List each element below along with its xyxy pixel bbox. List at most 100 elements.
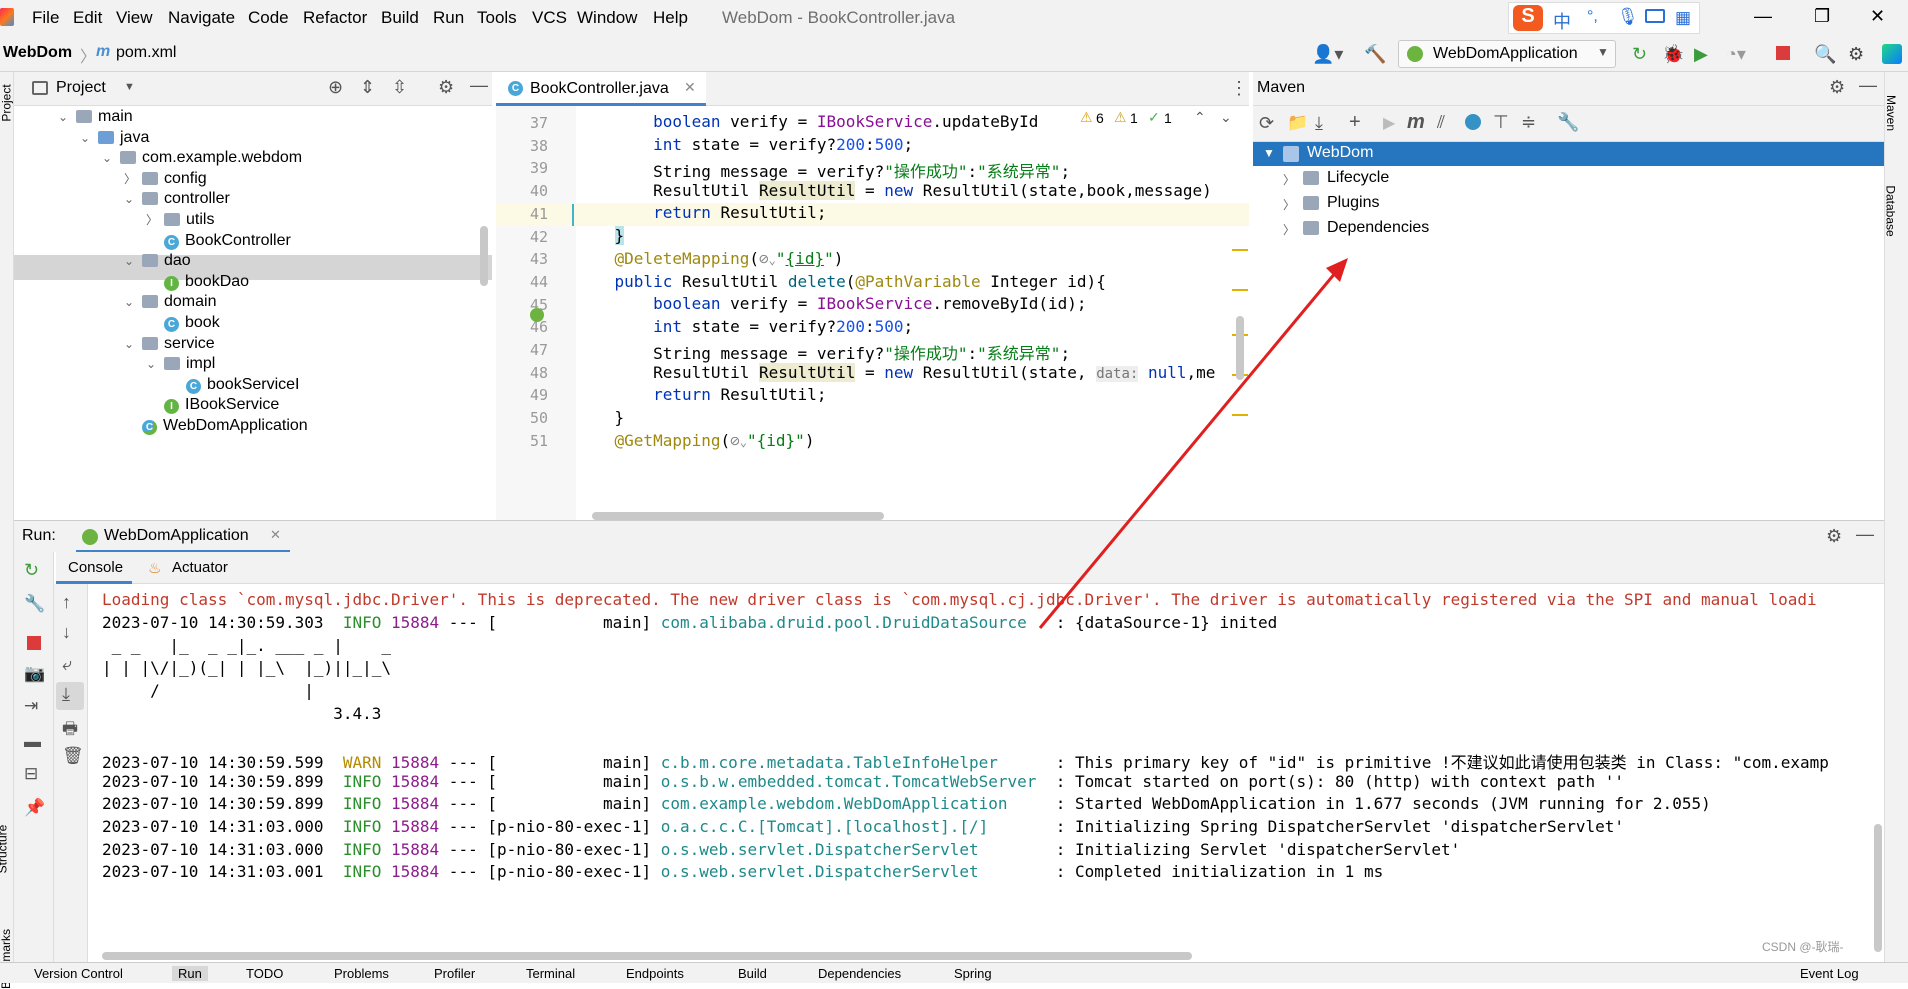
bottom-tab-run[interactable]: Run xyxy=(172,966,208,981)
gear-icon[interactable]: ⚙ xyxy=(438,77,454,98)
chevron-down-icon[interactable]: ▼ xyxy=(124,81,135,93)
side-tab-database[interactable]: Database xyxy=(1884,185,1898,236)
bottom-tab-terminal[interactable]: Terminal xyxy=(526,966,575,981)
bottom-tab-build[interactable]: Build xyxy=(738,966,767,981)
previous-highlight-icon[interactable]: ⌃ xyxy=(1194,109,1206,126)
menu-navigate[interactable]: Navigate xyxy=(168,8,235,28)
run-config-selector[interactable]: WebDomApplication ▼ xyxy=(1398,40,1616,68)
wrench-icon[interactable]: 🔧 xyxy=(24,594,45,614)
layout-icon[interactable]: ▬ xyxy=(24,732,41,752)
minimize-icon[interactable]: — xyxy=(1754,6,1772,27)
grid-menu-icon[interactable]: ▦ xyxy=(1675,8,1691,28)
punctuation-icon[interactable]: °, xyxy=(1587,8,1598,26)
settings-wrench-icon[interactable]: 🔧 xyxy=(1557,112,1579,133)
bottom-tab-todo[interactable]: TODO xyxy=(246,966,283,981)
keyboard-icon[interactable] xyxy=(1645,9,1665,23)
project-panel-title[interactable]: Project xyxy=(56,79,106,97)
rerun-icon[interactable]: ↻ xyxy=(24,560,39,581)
scroll-to-end-toggle[interactable] xyxy=(56,682,84,710)
tree-node[interactable]: C WebDomApplication xyxy=(124,413,308,438)
print-icon[interactable]: 🖶 xyxy=(62,716,78,745)
chevron-down-icon[interactable]: ▼ xyxy=(1263,146,1275,160)
arrow-down-icon[interactable]: ↓ xyxy=(62,622,71,643)
breadcrumb-file[interactable]: pom.xml xyxy=(116,44,176,62)
close-tab-icon[interactable]: ✕ xyxy=(684,79,696,96)
chevron-right-icon[interactable]: 〉 xyxy=(1283,196,1295,213)
bottom-tab-dependencies[interactable]: Dependencies xyxy=(818,966,901,981)
menu-code[interactable]: Code xyxy=(248,8,289,28)
stop-icon[interactable] xyxy=(1776,46,1790,60)
skip-tests-icon[interactable] xyxy=(1465,114,1481,130)
restore-icon[interactable]: ❐ xyxy=(1814,6,1830,27)
locate-icon[interactable]: ⊕ xyxy=(328,77,343,98)
soft-wrap-icon[interactable]: ⤶ xyxy=(62,654,72,675)
toolbox-icon[interactable] xyxy=(1882,44,1902,64)
tab-console[interactable]: Console xyxy=(56,552,132,584)
chevron-right-icon[interactable]: 〉 xyxy=(1283,171,1295,188)
trash-icon[interactable]: 🗑 xyxy=(62,746,84,766)
build-hammer-icon[interactable]: 🔨 xyxy=(1364,44,1386,65)
more-options-icon[interactable]: ⋮ xyxy=(1230,78,1248,99)
filter-icon[interactable]: ⊟ xyxy=(24,764,38,784)
menu-run[interactable]: Run xyxy=(433,8,464,28)
chevron-down-icon[interactable]: ⌄ xyxy=(124,249,142,274)
collapse-all-icon[interactable]: ≑ xyxy=(1521,112,1536,133)
hide-panel-icon[interactable]: — xyxy=(470,75,488,96)
bottom-tab-spring[interactable]: Spring xyxy=(954,966,992,981)
debug-icon[interactable]: 🐞 xyxy=(1662,44,1684,65)
gear-icon[interactable]: ⚙ xyxy=(1848,44,1864,65)
camera-icon[interactable]: 📷 xyxy=(24,664,45,684)
run-config-tab[interactable]: WebDomApplication ✕ xyxy=(76,521,290,553)
microphone-icon[interactable]: 🎙 xyxy=(1617,7,1639,27)
maven-node-lifecycle[interactable]: 〉 Lifecycle xyxy=(1253,166,1884,191)
spring-gutter-icon[interactable] xyxy=(530,308,544,322)
arrow-up-icon[interactable]: ↑ xyxy=(62,592,71,613)
close-tab-icon[interactable]: ✕ xyxy=(270,527,281,543)
chevron-down-icon[interactable]: ⌄ xyxy=(146,352,164,377)
generate-sources-icon[interactable]: 📁 xyxy=(1287,113,1308,133)
menu-tools[interactable]: Tools xyxy=(477,8,517,28)
bottom-tab-profiler[interactable]: Profiler xyxy=(434,966,475,981)
code-editor[interactable]: boolean verify = IBookService.updateById… xyxy=(576,106,1249,520)
toggle-offline-icon[interactable]: ⫽ xyxy=(1437,112,1445,133)
chevron-down-icon[interactable]: ⌄ xyxy=(80,126,98,151)
chevron-right-icon[interactable]: 〉 xyxy=(1283,221,1295,238)
collapse-all-icon[interactable]: ⇳ xyxy=(392,77,407,98)
side-tab-structure[interactable]: Structure xyxy=(0,825,9,874)
bottom-tab-version-control[interactable]: Version Control xyxy=(34,966,123,981)
run-icon[interactable]: ▶ xyxy=(1383,113,1395,133)
maven-root-row[interactable]: ▼ WebDom xyxy=(1253,142,1884,166)
next-highlight-icon[interactable]: ⌄ xyxy=(1220,109,1232,126)
bottom-tab-problems[interactable]: Problems xyxy=(334,966,389,981)
menu-vcs[interactable]: VCS xyxy=(532,8,567,28)
scrollbar[interactable] xyxy=(1874,824,1882,952)
bottom-tab-endpoints[interactable]: Endpoints xyxy=(626,966,684,981)
chevron-down-icon[interactable]: ⌄ xyxy=(124,187,142,212)
maven-node-plugins[interactable]: 〉 Plugins xyxy=(1253,191,1884,216)
horizontal-scrollbar[interactable] xyxy=(592,512,884,520)
ime-toolbar[interactable]: S 中 °, 🎙 ▦ xyxy=(1508,2,1700,34)
inspection-widget[interactable]: ⚠ 6 ⚠ 1 ✓ 1 ⌃ ⌄ xyxy=(1072,108,1249,130)
menu-window[interactable]: Window xyxy=(577,8,637,28)
stop-icon[interactable] xyxy=(27,636,41,650)
reload-icon[interactable]: ⟳ xyxy=(1259,113,1274,134)
menu-build[interactable]: Build xyxy=(381,8,419,28)
chevron-down-icon[interactable]: ⌄ xyxy=(124,290,142,315)
execute-goal-icon[interactable]: m xyxy=(1407,111,1425,134)
maven-node-dependencies[interactable]: 〉 Dependencies xyxy=(1253,216,1884,241)
menu-view[interactable]: View xyxy=(116,8,153,28)
gear-icon[interactable]: ⚙ xyxy=(1829,77,1845,98)
exit-icon[interactable]: ⇥ xyxy=(24,696,38,716)
close-icon[interactable]: ✕ xyxy=(1870,6,1885,27)
side-tab-project[interactable]: Project xyxy=(0,84,14,121)
chevron-down-icon[interactable]: ⌄ xyxy=(102,146,120,171)
profile-icon[interactable]: ◔▾ xyxy=(1726,44,1746,65)
rerun-icon[interactable]: ↻ xyxy=(1632,44,1647,65)
side-tab-maven[interactable]: Maven xyxy=(1884,95,1898,131)
tab-bookcontroller[interactable]: C BookController.java ✕ xyxy=(496,72,706,106)
bottom-tab-event-log[interactable]: Event Log xyxy=(1800,966,1859,981)
tab-actuator[interactable]: ♨ Actuator xyxy=(146,552,246,584)
console-output[interactable]: Loading class `com.mysql.jdbc.Driver'. T… xyxy=(88,584,1884,962)
horizontal-scrollbar[interactable] xyxy=(102,952,1192,960)
scrollbar[interactable] xyxy=(1236,316,1244,380)
